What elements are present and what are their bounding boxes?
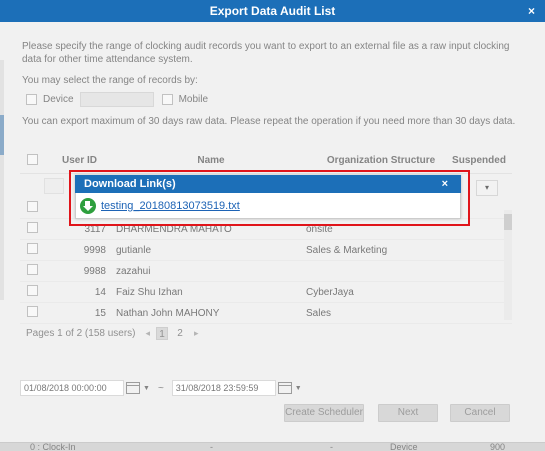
header-org[interactable]: Organization Structure [316,155,446,166]
download-links-popup: Download Link(s) × testing_2018081307351… [75,175,461,219]
select-all-cell [20,153,44,168]
row-user-id: 9998 [83,244,106,256]
limit-note: You can export maximum of 30 days raw da… [22,116,516,127]
row-checkbox[interactable] [27,285,38,296]
pager-page-1[interactable]: 1 [156,327,169,340]
range-row: Device Mobile [26,91,523,107]
device-input[interactable] [79,91,154,107]
date-separator: ~ [157,382,164,394]
to-date-input[interactable]: 31/08/2018 23:59:59 [171,380,276,396]
table-row[interactable]: 15 Nathan John MAHONY Sales [20,303,512,324]
to-calendar-icon[interactable] [277,382,292,394]
popup-title: Download Link(s) [84,178,176,190]
dialog-close-icon[interactable]: × [528,0,535,22]
row-checkbox[interactable] [27,222,38,233]
download-link[interactable]: testing_20180813073519.txt [101,200,240,212]
row-checkbox-cell [20,243,44,257]
popup-close-icon[interactable]: × [442,175,448,193]
mobile-label: Mobile [178,93,209,105]
range-prompt: You may select the range of records by: [22,75,198,86]
table-row[interactable]: 9998 gutianle Sales & Marketing [20,240,512,261]
select-all-checkbox[interactable] [27,153,38,165]
pager-page-2[interactable]: 2 [174,327,186,340]
popup-titlebar: Download Link(s) × [75,175,461,193]
device-label: Device [43,93,74,105]
header-suspended[interactable]: Suspended [446,155,512,166]
row-checkbox-cell [20,222,44,236]
device-checkbox[interactable] [26,93,37,105]
row-checkbox-cell [20,264,44,278]
background-accent [0,115,4,155]
bg-cell-2: - [210,442,213,451]
create-scheduler-button[interactable]: Create Scheduler [284,404,364,422]
row-checkbox[interactable] [27,243,38,254]
pager-prev-icon[interactable]: ◂ [146,328,151,339]
cancel-button[interactable]: Cancel [450,404,510,422]
table-row[interactable]: 14 Faiz Shu Izhan CyberJaya [20,282,512,303]
row-org: CyberJaya [306,286,354,298]
row-name: zazahui [116,265,151,277]
row-checkbox-cell [20,306,44,320]
row-org: Sales & Marketing [306,244,388,256]
row-name: Nathan John MAHONY [116,307,220,319]
bg-cell-4: Device [390,442,418,451]
header-user-id[interactable]: User ID [44,155,106,166]
row-org: Sales [306,307,332,319]
row-user-id: 9988 [83,265,106,277]
table-scrollbar[interactable] [504,210,512,320]
bg-cell-1: 0 : Clock-In [30,442,76,451]
pager-next-icon[interactable]: ▸ [194,328,199,339]
from-date-input[interactable]: 01/08/2018 00:00:00 [20,380,124,396]
date-range: 01/08/2018 00:00:00 ▼ ~ 31/08/2018 23:59… [20,380,308,396]
row-checkbox-cell [20,285,44,299]
row-checkbox[interactable] [27,306,38,317]
dialog-title: Export Data Audit List [209,4,336,18]
row-checkbox-cell [20,201,44,215]
suspended-filter-select[interactable]: ▾ [476,180,498,196]
pager-summary: Pages 1 of 2 (158 users) [26,328,136,339]
dialog-content: Please specify the range of clocking aud… [0,22,545,128]
row-checkbox[interactable] [27,201,38,212]
row-user-id: 14 [94,286,106,298]
to-chevron-down-icon[interactable]: ▼ [295,385,302,392]
background-table-row: 0 : Clock-In - - Device 900 [0,442,545,451]
background-page-edge [0,60,4,300]
intro-text: Please specify the range of clocking aud… [22,41,510,65]
row-user-id: 15 [94,307,106,319]
from-chevron-down-icon[interactable]: ▼ [143,385,150,392]
row-name: Faiz Shu Izhan [116,286,183,298]
row-checkbox[interactable] [27,264,38,275]
dialog-titlebar: Export Data Audit List × [0,0,545,22]
header-name[interactable]: Name [106,155,316,166]
row-name: gutianle [116,244,152,256]
mobile-checkbox[interactable] [161,93,173,105]
bg-cell-5: 900 [490,442,506,451]
download-icon [80,197,96,214]
filter-checkbox-input[interactable] [44,178,64,194]
scrollbar-thumb[interactable] [504,214,512,230]
pager: Pages 1 of 2 (158 users) ◂ 1 2 ▸ [26,327,205,340]
from-calendar-icon[interactable] [126,382,140,394]
bg-cell-3: - [330,442,333,451]
popup-body: testing_20180813073519.txt [75,193,461,219]
table-row[interactable]: 9988 zazahui [20,261,512,282]
next-button[interactable]: Next [378,404,438,422]
